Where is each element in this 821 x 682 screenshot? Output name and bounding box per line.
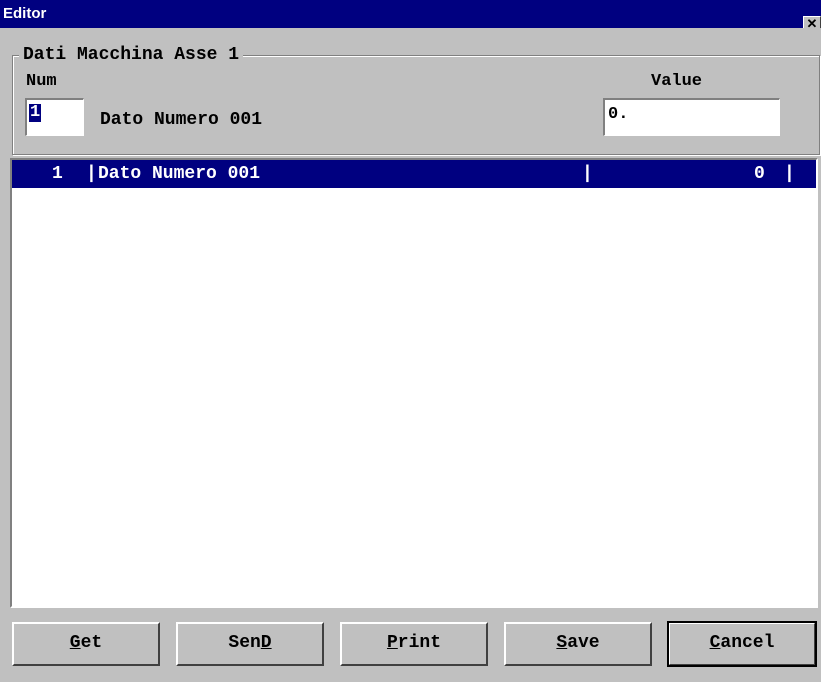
send-label: Sen: [228, 633, 261, 653]
list-row-selected[interactable]: 1 | Dato Numero 001 | 0 |: [12, 160, 816, 188]
get-button[interactable]: Get: [12, 622, 160, 666]
get-mnemonic: G: [69, 633, 81, 653]
save-label: ave: [567, 633, 600, 653]
row-value: 0: [754, 164, 765, 184]
cancel-label: ancel: [720, 633, 775, 653]
value-label: Value: [651, 72, 703, 91]
cancel-button[interactable]: Cancel: [667, 621, 817, 667]
print-label: rint: [397, 633, 442, 653]
print-button[interactable]: Print: [340, 622, 488, 666]
title-bar: Editor ✕: [0, 0, 821, 31]
send-mnemonic: D: [260, 633, 272, 653]
group-title: Dati Macchina Asse 1: [19, 45, 244, 65]
machine-data-group: Dati Macchina Asse 1 Num Value 1 Dato Nu…: [12, 45, 820, 155]
cancel-mnemonic: C: [709, 633, 721, 653]
num-input[interactable]: 1: [25, 98, 84, 136]
parameter-list[interactable]: 1 | Dato Numero 001 | 0 |: [10, 158, 818, 608]
parameter-description: Dato Numero 001: [100, 110, 263, 130]
editor-window: Dati Macchina Asse 1 Num Value 1 Dato Nu…: [0, 28, 821, 682]
num-input-value: 1: [29, 103, 42, 122]
window-title: Editor: [3, 5, 47, 22]
num-label: Num: [26, 72, 57, 91]
send-button[interactable]: SenD: [176, 622, 324, 666]
column-separator: |: [784, 164, 795, 184]
save-mnemonic: S: [556, 633, 568, 653]
column-separator: |: [86, 164, 97, 184]
column-separator: |: [582, 164, 593, 184]
get-label: et: [80, 633, 103, 653]
save-button[interactable]: Save: [504, 622, 652, 666]
row-description: Dato Numero 001: [98, 164, 261, 184]
print-mnemonic: P: [386, 633, 398, 653]
value-input[interactable]: 0.: [603, 98, 780, 136]
row-number: 1: [52, 164, 63, 184]
value-input-value: 0.: [608, 105, 629, 124]
